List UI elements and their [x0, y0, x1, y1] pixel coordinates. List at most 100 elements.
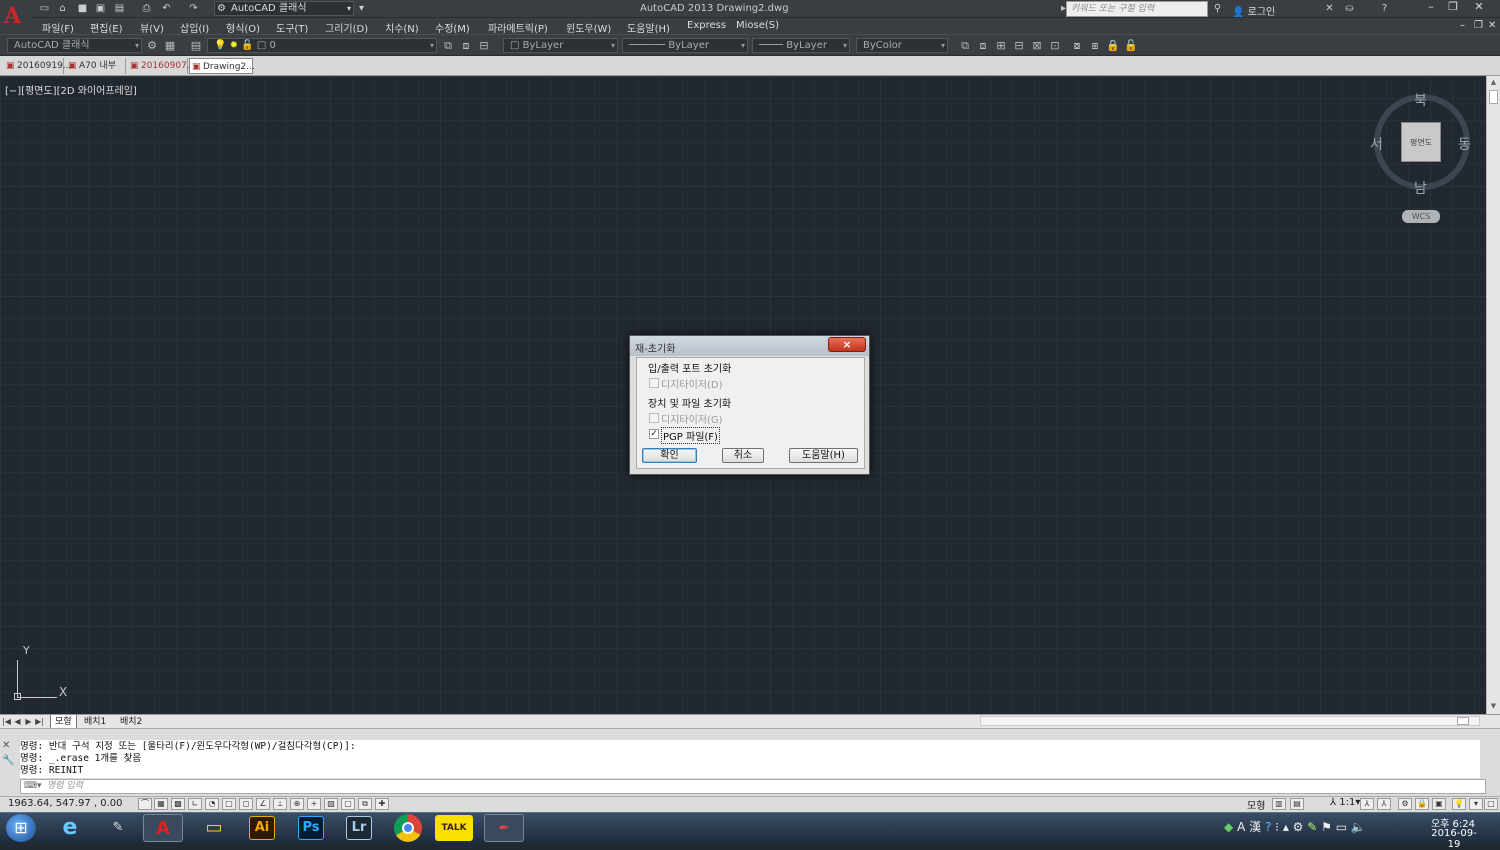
ok-button[interactable]: 확인: [642, 448, 697, 463]
layer-state-icon[interactable]: ⊟: [477, 39, 491, 53]
annotation-monitor-icon[interactable]: ✚: [375, 798, 389, 810]
layer-tool-icon-5[interactable]: ⊠: [1030, 39, 1044, 53]
taskbar-autocad[interactable]: A: [143, 814, 183, 842]
compass-north[interactable]: 북: [1414, 90, 1427, 110]
doc-minimize-button[interactable]: –: [1460, 20, 1465, 31]
workspace-switcher[interactable]: ⚙ AutoCAD 클래식 ▾: [214, 1, 354, 16]
workspace-settings-icon[interactable]: ⚙: [145, 39, 159, 53]
system-tray[interactable]: ◆ A 漢 ? ⁝ ▴ ⚙ ✎ ⚑ ▭ 🔈: [1224, 818, 1366, 835]
file-tab[interactable]: ▣ 20160919...: [4, 58, 71, 74]
menu-insert[interactable]: 삽입(I): [180, 20, 209, 35]
annotation-scale[interactable]: ⅄ 1:1▾: [1330, 797, 1360, 808]
doc-restore-button[interactable]: ❐: [1474, 20, 1483, 31]
tray-flag-icon[interactable]: ⚑: [1321, 820, 1332, 834]
pgp-file-checkbox[interactable]: ✓: [649, 429, 659, 439]
layer-combo[interactable]: 💡 ✹ 🔓 □ 0 ▾: [207, 38, 437, 53]
layer-tool-icon-4[interactable]: ⊟: [1012, 39, 1026, 53]
horizontal-scrollbar[interactable]: [980, 716, 1480, 726]
ortho-icon[interactable]: ∟: [188, 798, 202, 810]
linetype-combo[interactable]: ────── ByLayer ▾: [622, 38, 748, 53]
lineweight-icon[interactable]: +: [307, 798, 321, 810]
save-icon[interactable]: ■: [76, 3, 89, 15]
otrack-icon[interactable]: ∠: [256, 798, 270, 810]
scroll-up-icon[interactable]: ▲: [1488, 78, 1499, 88]
command-input[interactable]: ⌨▾ 명령 입력: [20, 779, 1486, 794]
tray-hanja-icon[interactable]: 漢: [1249, 820, 1261, 834]
taskbar-explorer[interactable]: ▭: [194, 814, 234, 842]
snap-mode-icon[interactable]: ▦: [154, 798, 168, 810]
quick-view-drawings-icon[interactable]: ▤: [1290, 798, 1304, 810]
infer-constraints-icon[interactable]: ⌒: [138, 798, 152, 810]
isolate-objects-icon[interactable]: 💡: [1452, 798, 1466, 810]
layer-tool-icon-3[interactable]: ⊞: [994, 39, 1008, 53]
compass-east[interactable]: 동: [1458, 134, 1471, 154]
file-tab-active[interactable]: ▣ Drawing2...: [189, 58, 255, 74]
annotation-visibility-icon[interactable]: ⅄: [1360, 798, 1374, 810]
plotstyle-combo[interactable]: ByColor ▾: [856, 38, 948, 53]
tray-network-share-icon[interactable]: ⚙: [1293, 820, 1304, 834]
layer-tool-icon-2[interactable]: ⧈: [976, 39, 990, 53]
workspace-switch-icon[interactable]: ⚙: [1398, 798, 1412, 810]
tray-expand-icon[interactable]: ▴: [1283, 820, 1289, 834]
dialog-titlebar[interactable]: 재-초기화 ×: [630, 336, 869, 356]
scroll-thumb[interactable]: [1489, 90, 1498, 104]
customize-qa-icon[interactable]: ▾: [355, 3, 368, 15]
tab-model[interactable]: 모형: [50, 715, 77, 729]
transparency-icon[interactable]: ▨: [324, 798, 338, 810]
menu-parametric[interactable]: 파라메트릭(P): [488, 20, 548, 35]
help-icon[interactable]: ?: [1378, 3, 1391, 15]
help-button[interactable]: 도움말(H): [789, 448, 858, 463]
quick-properties-icon[interactable]: ▢: [341, 798, 355, 810]
close-icon[interactable]: ✕: [2, 740, 16, 751]
tray-ime-settings-icon[interactable]: ⁝: [1275, 820, 1279, 834]
polar-icon[interactable]: ◔: [205, 798, 219, 810]
taskbar-internet-explorer[interactable]: e: [50, 814, 90, 842]
layer-previous-icon[interactable]: ⧈: [459, 39, 473, 53]
wcs-menu[interactable]: WCS: [1402, 210, 1440, 223]
next-layout-icon[interactable]: ▶: [24, 715, 33, 729]
taskbar-chrome[interactable]: [394, 814, 422, 842]
dialog-close-button[interactable]: ×: [828, 337, 866, 352]
cancel-button[interactable]: 취소: [722, 448, 764, 463]
auto-scale-icon[interactable]: ⅄: [1377, 798, 1391, 810]
quick-view-layouts-icon[interactable]: ▥: [1272, 798, 1286, 810]
wrench-icon[interactable]: 🔧: [2, 755, 16, 766]
layer-tool-icon-6[interactable]: ⊡: [1048, 39, 1062, 53]
status-menu-icon[interactable]: ▾: [1469, 798, 1483, 810]
new-icon[interactable]: ▭: [38, 3, 51, 15]
first-layout-icon[interactable]: |◀: [2, 715, 11, 729]
application-menu-button[interactable]: A: [0, 0, 30, 34]
start-button[interactable]: ⊞: [6, 814, 36, 842]
menu-draw[interactable]: 그리기(D): [325, 20, 368, 35]
taskbar-lightroom[interactable]: Lr: [346, 816, 372, 840]
tray-pen-icon[interactable]: ✎: [1307, 820, 1317, 834]
workspace-combo[interactable]: AutoCAD 클래식 ▾: [7, 38, 142, 53]
file-tab[interactable]: ▣ 20160907...: [128, 58, 195, 74]
scroll-down-icon[interactable]: ▼: [1488, 702, 1499, 712]
workspace-toolbar-icon[interactable]: ▦: [163, 39, 177, 53]
device-digitizer-checkbox[interactable]: [649, 413, 659, 423]
close-button[interactable]: ✕: [1468, 0, 1490, 16]
make-current-layer-icon[interactable]: ⧉: [441, 39, 455, 53]
tray-ime-icon[interactable]: A: [1237, 820, 1245, 834]
menu-file[interactable]: 파일(F): [42, 20, 74, 35]
lineweight-combo[interactable]: ──── ByLayer ▾: [752, 38, 850, 53]
model-space-button[interactable]: 모형: [1247, 797, 1265, 812]
viewcube-face[interactable]: 평면도: [1401, 122, 1441, 162]
exchange-icon[interactable]: ✕: [1323, 3, 1336, 15]
vertical-scrollbar[interactable]: ▲ ▼: [1486, 76, 1500, 714]
scroll-thumb[interactable]: [1457, 717, 1469, 725]
dyn-input-icon[interactable]: ⊕: [290, 798, 304, 810]
apps-icon[interactable]: ⛀: [1343, 3, 1356, 15]
redo-icon[interactable]: ↷: [187, 3, 200, 15]
restore-button[interactable]: ❐: [1442, 0, 1464, 16]
menu-edit[interactable]: 편집(E): [90, 20, 123, 35]
compass-south[interactable]: 남: [1414, 178, 1427, 198]
menu-help[interactable]: 도움말(H): [627, 20, 670, 35]
hardware-accel-icon[interactable]: ▣: [1432, 798, 1446, 810]
save-as-icon[interactable]: ▣: [94, 3, 107, 15]
doc-close-button[interactable]: ✕: [1488, 20, 1496, 31]
menu-express[interactable]: Express: [687, 20, 726, 31]
login-button[interactable]: 👤 로그인: [1232, 3, 1275, 18]
tab-layout1[interactable]: 배치1: [80, 715, 110, 729]
